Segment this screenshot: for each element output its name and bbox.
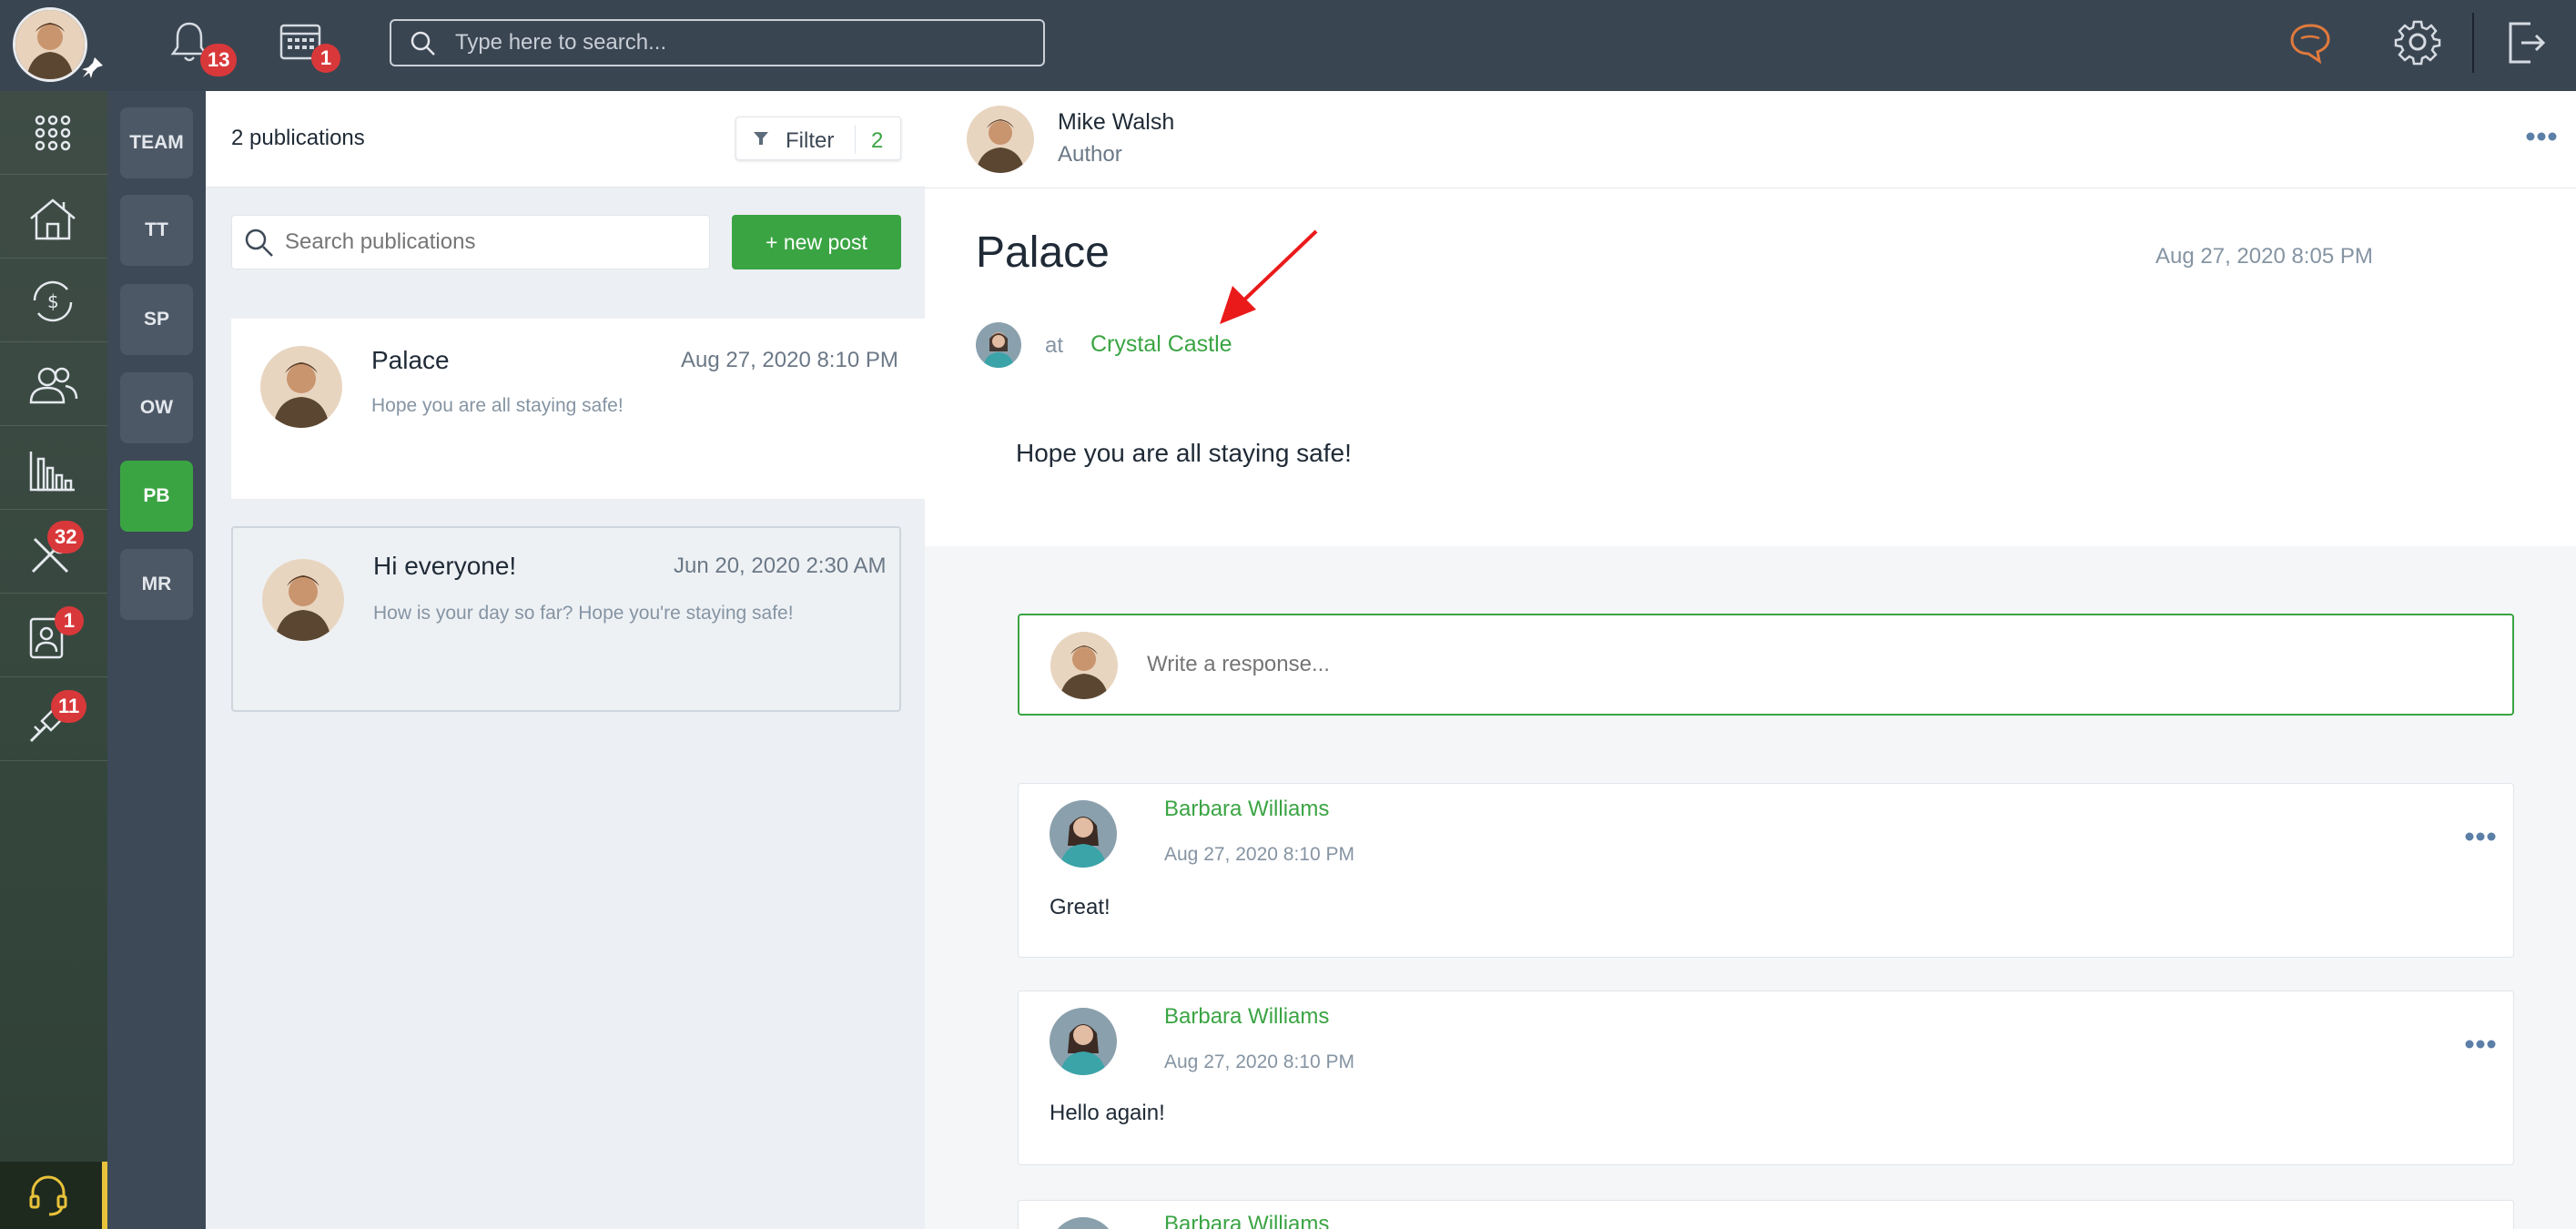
commenter-avatar <box>1050 1008 1117 1075</box>
publication-date: Jun 20, 2020 2:30 AM <box>674 554 887 578</box>
response-box[interactable] <box>1018 614 2514 716</box>
author-role: Author <box>1058 142 1122 167</box>
author-avatar <box>967 106 1034 173</box>
notifications-badge: 13 <box>200 44 238 76</box>
nav-contacts[interactable]: 1 <box>0 594 107 677</box>
nav-people[interactable] <box>0 342 107 426</box>
nav-pins[interactable]: 11 <box>0 677 107 761</box>
publication-excerpt: Hope you are all staying safe! <box>371 395 624 416</box>
finance-icon: $ <box>33 280 73 322</box>
comment-card: Barbara Williams <box>1018 1200 2514 1229</box>
contacts-badge: 1 <box>55 606 84 635</box>
comment-card: Barbara Williams Aug 27, 2020 8:10 PM He… <box>1018 990 2514 1165</box>
publication-excerpt: How is your day so far? Hope you're stay… <box>373 603 794 624</box>
team-pb[interactable]: PB <box>120 461 193 532</box>
comment-text: Hello again! <box>1050 1101 1165 1125</box>
comment-author[interactable]: Barbara Williams <box>1164 797 1329 822</box>
location-link[interactable]: Crystal Castle <box>1090 331 1232 358</box>
team-tt[interactable]: TT <box>120 195 193 266</box>
calendar-button[interactable]: 1 <box>279 20 340 73</box>
post-detail: Mike Walsh Author Palace Aug 27, 2020 8:… <box>925 91 2576 1229</box>
nav-tools[interactable]: 32 <box>0 510 107 594</box>
comment-text: Great! <box>1050 895 1111 919</box>
author-avatar <box>262 559 344 641</box>
search-icon <box>411 31 435 56</box>
nav-reports[interactable] <box>0 426 107 510</box>
nav-finance[interactable]: $ <box>0 259 107 342</box>
publications-header: 2 publications Filter 2 <box>206 91 925 188</box>
publications-panel: 2 publications Filter 2 + new post Palac… <box>206 91 925 1229</box>
team-ow[interactable]: OW <box>120 372 193 443</box>
comment-more-icon[interactable] <box>2464 1039 2497 1050</box>
post-title: Palace <box>976 229 1110 277</box>
publications-search[interactable] <box>231 215 710 269</box>
comment-author[interactable]: Barbara Williams <box>1164 1212 1329 1229</box>
tools-badge: 32 <box>47 521 85 554</box>
publication-title: Palace <box>371 346 450 374</box>
commenter-avatar <box>1050 1217 1117 1229</box>
logout-icon[interactable] <box>2505 18 2547 67</box>
team-mr[interactable]: MR <box>120 549 193 620</box>
publications-count: 2 publications <box>231 126 365 150</box>
at-label: at <box>1045 333 1064 358</box>
chart-icon <box>29 452 75 492</box>
publication-card[interactable]: Palace Aug 27, 2020 8:10 PM Hope you are… <box>231 319 925 499</box>
settings-gear-icon[interactable] <box>2394 18 2441 66</box>
pins-badge: 11 <box>51 690 87 723</box>
global-search-input[interactable] <box>455 21 1029 65</box>
response-input[interactable] <box>1147 643 2476 686</box>
user-avatar[interactable] <box>13 7 87 82</box>
author-name[interactable]: Mike Walsh <box>1058 109 1174 136</box>
comment-card: Barbara Williams Aug 27, 2020 8:10 PM Gr… <box>1018 783 2514 958</box>
global-search[interactable] <box>390 19 1045 66</box>
location-avatar <box>976 322 1021 368</box>
post-body: Hope you are all staying safe! <box>1016 439 1352 467</box>
chat-icon[interactable] <box>2287 20 2334 67</box>
post-content: Mike Walsh Author Palace Aug 27, 2020 8:… <box>925 91 2576 546</box>
pin-icon <box>82 57 103 78</box>
nav-home[interactable] <box>0 175 107 259</box>
nav-apps[interactable] <box>0 91 107 175</box>
red-arrow-annotation <box>1220 229 1318 324</box>
post-date: Aug 27, 2020 8:05 PM <box>2155 244 2373 269</box>
filter-icon <box>754 132 768 145</box>
commenter-avatar <box>1050 800 1117 868</box>
team-team[interactable]: TEAM <box>120 107 193 178</box>
apps-grid-icon <box>35 115 71 151</box>
top-bar: 13 1 <box>0 0 2576 91</box>
headset-icon <box>29 1175 67 1216</box>
filter-count: 2 <box>871 128 884 153</box>
team-switcher: TEAM TT SP OW PB MR <box>107 91 206 1229</box>
publication-card[interactable]: Hi everyone! Jun 20, 2020 2:30 AM How is… <box>231 526 901 712</box>
comment-more-icon[interactable] <box>2464 831 2497 842</box>
notifications-button[interactable]: 13 <box>169 20 238 76</box>
publication-title: Hi everyone! <box>373 552 517 580</box>
team-sp[interactable]: SP <box>120 284 193 355</box>
publications-search-input[interactable] <box>285 221 695 263</box>
support-button[interactable] <box>0 1162 107 1229</box>
home-icon <box>30 198 76 240</box>
calendar-badge: 1 <box>311 44 340 73</box>
topbar-divider <box>2472 13 2474 73</box>
comment-date: Aug 27, 2020 8:10 PM <box>1164 1051 1354 1072</box>
author-avatar <box>260 346 342 428</box>
filter-label: Filter <box>786 128 835 153</box>
more-options-icon[interactable] <box>2525 131 2558 142</box>
publication-date: Aug 27, 2020 8:10 PM <box>681 348 898 372</box>
comment-date: Aug 27, 2020 8:10 PM <box>1164 844 1354 865</box>
new-post-button[interactable]: + new post <box>732 215 901 269</box>
user-avatar <box>1050 632 1118 699</box>
comment-author[interactable]: Barbara Williams <box>1164 1004 1329 1030</box>
main-sidebar: $ 32 1 11 <box>0 91 107 1229</box>
filter-button[interactable]: Filter 2 <box>735 117 901 160</box>
filter-divider <box>855 125 856 154</box>
search-icon <box>245 229 273 257</box>
people-icon <box>29 367 78 404</box>
svg-text:$: $ <box>47 290 59 312</box>
